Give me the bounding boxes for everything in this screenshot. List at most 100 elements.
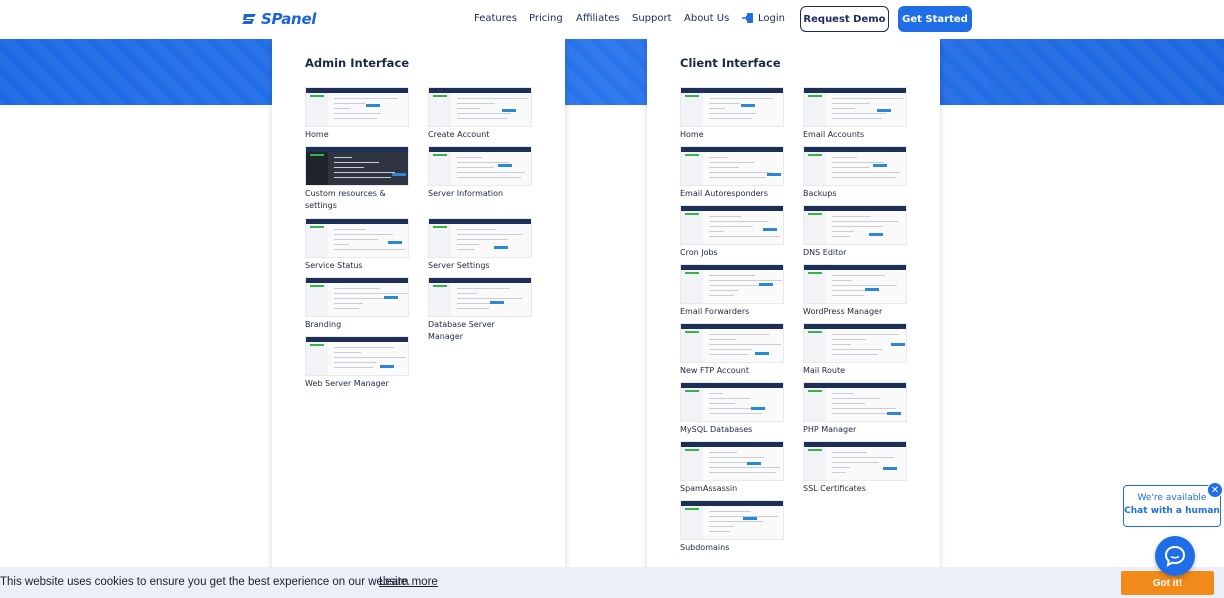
- client-screenshot-thumbnail: [680, 205, 784, 245]
- client-item-label: Email Accounts: [803, 130, 865, 139]
- admin-screenshot-thumbnail: [428, 146, 532, 186]
- site-header: SPanel Features Pricing Affiliates Suppo…: [0, 0, 1224, 39]
- client-item-home[interactable]: Home: [680, 87, 784, 141]
- nav-support[interactable]: Support: [632, 13, 672, 24]
- client-screenshot-thumbnail: [803, 87, 907, 127]
- client-item-label: SpamAssassin: [680, 484, 738, 493]
- admin-item-home[interactable]: Home: [305, 87, 409, 141]
- cookie-message: This website uses cookies to ensure you …: [0, 576, 411, 588]
- admin-item-label: Branding: [305, 320, 342, 329]
- client-item-ssl-certificates[interactable]: SSL Certificates: [803, 441, 907, 495]
- admin-item-label: Home: [305, 130, 329, 139]
- client-item-label: Backups: [803, 189, 837, 198]
- cookie-learn-more-link[interactable]: Learn more: [379, 576, 438, 588]
- client-item-label: Subdomains: [680, 543, 730, 552]
- nav-features[interactable]: Features: [474, 13, 517, 24]
- admin-panel-title: Admin Interface: [305, 56, 410, 70]
- client-item-email-forwarders[interactable]: Email Forwarders: [680, 264, 784, 318]
- login-icon: [742, 13, 753, 23]
- logo-text: SPanel: [261, 10, 317, 28]
- client-screenshot-thumbnail: [680, 323, 784, 363]
- client-screenshot-thumbnail: [803, 264, 907, 304]
- client-panel-title: Client Interface: [680, 56, 781, 70]
- close-icon[interactable]: ✕: [1207, 482, 1223, 498]
- nav-login[interactable]: Login: [742, 12, 785, 24]
- admin-item-label: Web Server Manager: [305, 379, 389, 388]
- client-screenshot-thumbnail: [803, 382, 907, 422]
- client-item-label: Mail Route: [803, 366, 846, 375]
- client-screenshot-thumbnail: [680, 146, 784, 186]
- client-item-spamassassin[interactable]: SpamAssassin: [680, 441, 784, 495]
- client-item-label: DNS Editor: [803, 248, 847, 257]
- client-screenshot-thumbnail: [803, 323, 907, 363]
- admin-item-service-status[interactable]: Service Status: [305, 218, 409, 272]
- cookie-banner: This website uses cookies to ensure you …: [0, 567, 1224, 598]
- get-started-button[interactable]: Get Started: [898, 6, 972, 32]
- chat-icon: [1164, 545, 1186, 567]
- client-screenshot-thumbnail: [803, 205, 907, 245]
- client-item-label: PHP Manager: [803, 425, 857, 434]
- login-label: Login: [758, 12, 785, 24]
- client-item-label: MySQL Databases: [680, 425, 753, 434]
- admin-item-create-account[interactable]: Create Account: [428, 87, 532, 141]
- client-item-label: Cron Jobs: [680, 248, 718, 257]
- client-item-mysql-databases[interactable]: MySQL Databases: [680, 382, 784, 436]
- client-item-label: Home: [680, 130, 704, 139]
- admin-item-server-information[interactable]: Server Information: [428, 146, 532, 200]
- admin-screenshot-thumbnail: [428, 87, 532, 127]
- client-screenshot-thumbnail: [680, 382, 784, 422]
- client-item-label: Email Forwarders: [680, 307, 750, 316]
- client-item-label: WordPress Manager: [803, 307, 883, 316]
- admin-item-label: Server Settings: [428, 261, 490, 270]
- admin-screenshot-thumbnail: [428, 218, 532, 258]
- admin-item-web-server-manager[interactable]: Web Server Manager: [305, 336, 409, 390]
- spanel-logo-icon: [242, 14, 256, 24]
- client-screenshot-thumbnail: [680, 87, 784, 127]
- client-screenshot-thumbnail: [680, 500, 784, 540]
- client-item-email-accounts[interactable]: Email Accounts: [803, 87, 907, 141]
- client-item-backups[interactable]: Backups: [803, 146, 907, 200]
- admin-screenshot-thumbnail: [305, 336, 409, 376]
- client-screenshot-thumbnail: [803, 441, 907, 481]
- client-item-wordpress-manager[interactable]: WordPress Manager: [803, 264, 907, 318]
- client-item-mail-route[interactable]: Mail Route: [803, 323, 907, 377]
- client-item-label: Email Autoresponders: [680, 189, 769, 198]
- client-item-email-autoresponders[interactable]: Email Autoresponders: [680, 146, 784, 200]
- admin-item-label: Service Status: [305, 261, 363, 270]
- client-item-label: SSL Certificates: [803, 484, 866, 493]
- client-item-subdomains[interactable]: Subdomains: [680, 500, 784, 554]
- nav-about-us[interactable]: About Us: [684, 13, 729, 24]
- admin-item-branding[interactable]: Branding: [305, 277, 409, 331]
- band-pattern: [0, 39, 1224, 105]
- admin-screenshot-thumbnail: [305, 277, 409, 317]
- client-interface-panel: Client Interface Home Email Accounts Email…: [647, 39, 940, 598]
- admin-interface-panel: Admin Interface Home Create Account Custom…: [272, 39, 565, 598]
- admin-screenshot-thumbnail: [305, 218, 409, 258]
- chat-launcher-button[interactable]: [1155, 536, 1195, 576]
- admin-item-label: Database Server Manager: [428, 320, 495, 341]
- client-item-new-ftp-account[interactable]: New FTP Account: [680, 323, 784, 377]
- admin-screenshot-thumbnail: [305, 87, 409, 127]
- admin-item-label: Custom resources & settings: [305, 189, 386, 210]
- admin-screenshot-thumbnail: [305, 146, 409, 186]
- client-screenshot-thumbnail: [680, 264, 784, 304]
- request-demo-button[interactable]: Request Demo: [800, 6, 889, 32]
- admin-item-label: Create Account: [428, 130, 490, 139]
- client-item-php-manager[interactable]: PHP Manager: [803, 382, 907, 436]
- hero-band: [0, 39, 1224, 105]
- admin-item-custom-resources-and-settings[interactable]: Custom resources & settings: [305, 146, 409, 212]
- client-screenshot-thumbnail: [680, 441, 784, 481]
- nav-pricing[interactable]: Pricing: [529, 13, 563, 24]
- admin-item-server-settings[interactable]: Server Settings: [428, 218, 532, 272]
- client-item-dns-editor[interactable]: DNS Editor: [803, 205, 907, 259]
- client-item-label: New FTP Account: [680, 366, 750, 375]
- admin-item-label: Server Information: [428, 189, 504, 198]
- client-screenshot-thumbnail: [803, 146, 907, 186]
- admin-screenshot-thumbnail: [428, 277, 532, 317]
- client-item-cron-jobs[interactable]: Cron Jobs: [680, 205, 784, 259]
- chat-human-text: Chat with a human: [1124, 506, 1220, 516]
- spanel-logo[interactable]: SPanel: [241, 10, 316, 28]
- admin-item-database-server-manager[interactable]: Database Server Manager: [428, 277, 532, 343]
- nav-affiliates[interactable]: Affiliates: [576, 13, 619, 24]
- chat-available-text: We're available: [1137, 493, 1207, 503]
